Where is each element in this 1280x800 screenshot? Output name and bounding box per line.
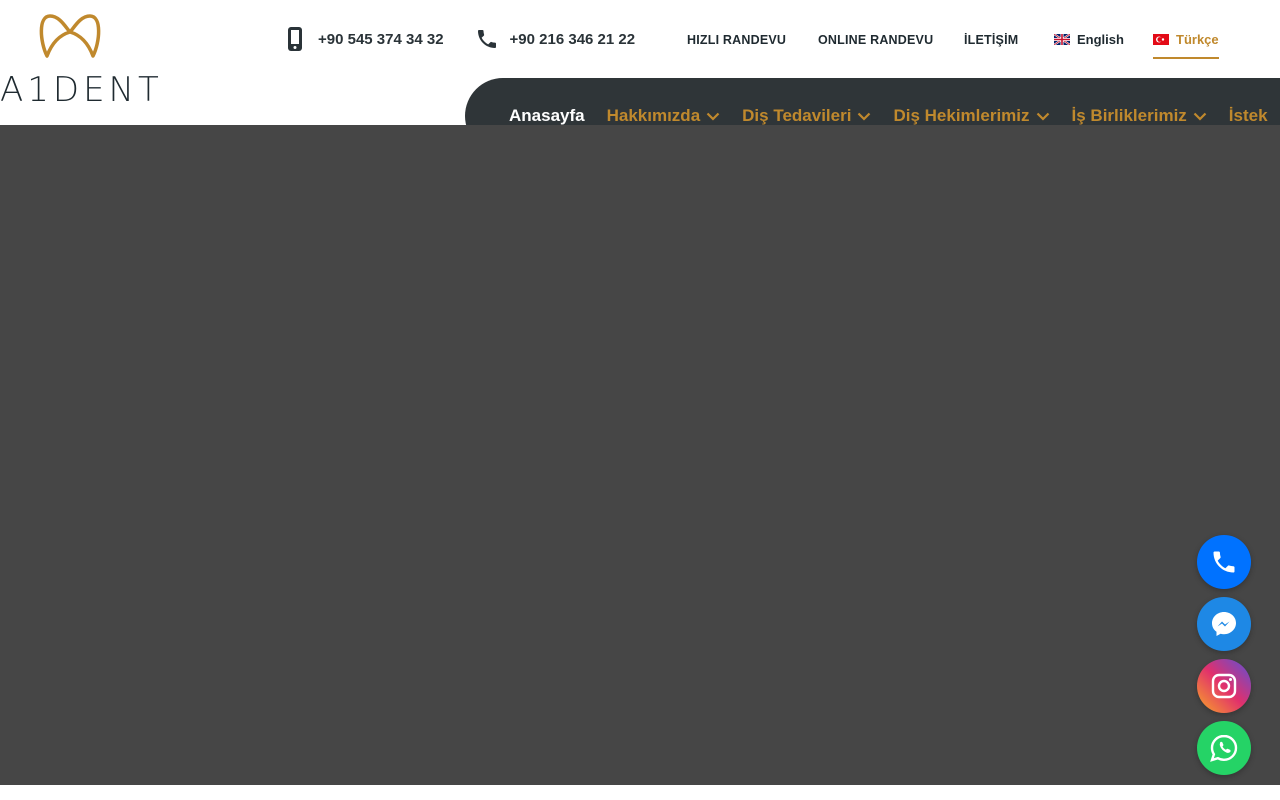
- nav-item-partnerships-label: İş Birliklerimiz: [1071, 106, 1187, 125]
- mobile-phone-icon: [282, 26, 308, 52]
- language-turkish-label: Türkçe: [1176, 32, 1219, 47]
- chevron-down-icon: [858, 112, 871, 121]
- nav-item-home[interactable]: Anasayfa: [509, 106, 585, 126]
- chevron-down-icon: [1193, 112, 1207, 121]
- whatsapp-icon: [1210, 734, 1238, 762]
- mobile-phone-link[interactable]: +90 545 374 34 32: [282, 26, 444, 52]
- nav-item-about[interactable]: Hakkımızda: [607, 106, 721, 126]
- nav-item-partnerships[interactable]: İş Birliklerimiz: [1072, 106, 1207, 126]
- logo-wordmark: A1DENT: [0, 70, 163, 110]
- contact-bar: +90 545 374 34 32 +90 216 346 21 22: [282, 22, 665, 56]
- messenger-button[interactable]: [1197, 597, 1251, 651]
- whatsapp-button[interactable]: [1197, 721, 1251, 775]
- instagram-button[interactable]: [1197, 659, 1251, 713]
- nav-item-dentists-label: Diş Hekimlerimiz: [893, 106, 1030, 125]
- mobile-phone-number: +90 545 374 34 32: [318, 30, 444, 48]
- phone-call-button[interactable]: [1197, 535, 1251, 589]
- nav-item-about-label: Hakkımızda: [606, 106, 701, 125]
- site-logo[interactable]: A1DENT: [0, 12, 159, 110]
- instagram-icon: [1211, 673, 1237, 699]
- hero-banner: [0, 125, 1280, 785]
- landline-phone-number: +90 216 346 21 22: [509, 30, 636, 48]
- quick-appointment-link[interactable]: HIZLI RANDEVU: [687, 33, 786, 47]
- nav-item-treatments[interactable]: Diş Tedavileri: [742, 106, 871, 126]
- nav-item-dentists[interactable]: Diş Hekimlerimiz: [893, 106, 1049, 126]
- landline-phone-link[interactable]: +90 216 346 21 22: [474, 26, 636, 52]
- phone-icon: [1213, 551, 1235, 573]
- chevron-down-icon: [706, 112, 720, 121]
- nav-item-treatments-label: Diş Tedavileri: [742, 106, 852, 125]
- language-turkish[interactable]: Türkçe: [1153, 32, 1219, 59]
- messenger-icon: [1212, 612, 1236, 636]
- contact-link[interactable]: İLETİŞİM: [964, 33, 1018, 47]
- language-english[interactable]: English: [1054, 32, 1124, 47]
- phone-handset-icon: [474, 26, 500, 52]
- turkey-flag-icon: [1153, 34, 1169, 45]
- online-appointment-link[interactable]: ONLINE RANDEVU: [818, 33, 933, 47]
- language-english-label: English: [1077, 32, 1124, 47]
- uk-flag-icon: [1054, 34, 1070, 45]
- nav-item-requests[interactable]: İstek: [1229, 106, 1268, 126]
- chevron-down-icon: [1036, 112, 1049, 121]
